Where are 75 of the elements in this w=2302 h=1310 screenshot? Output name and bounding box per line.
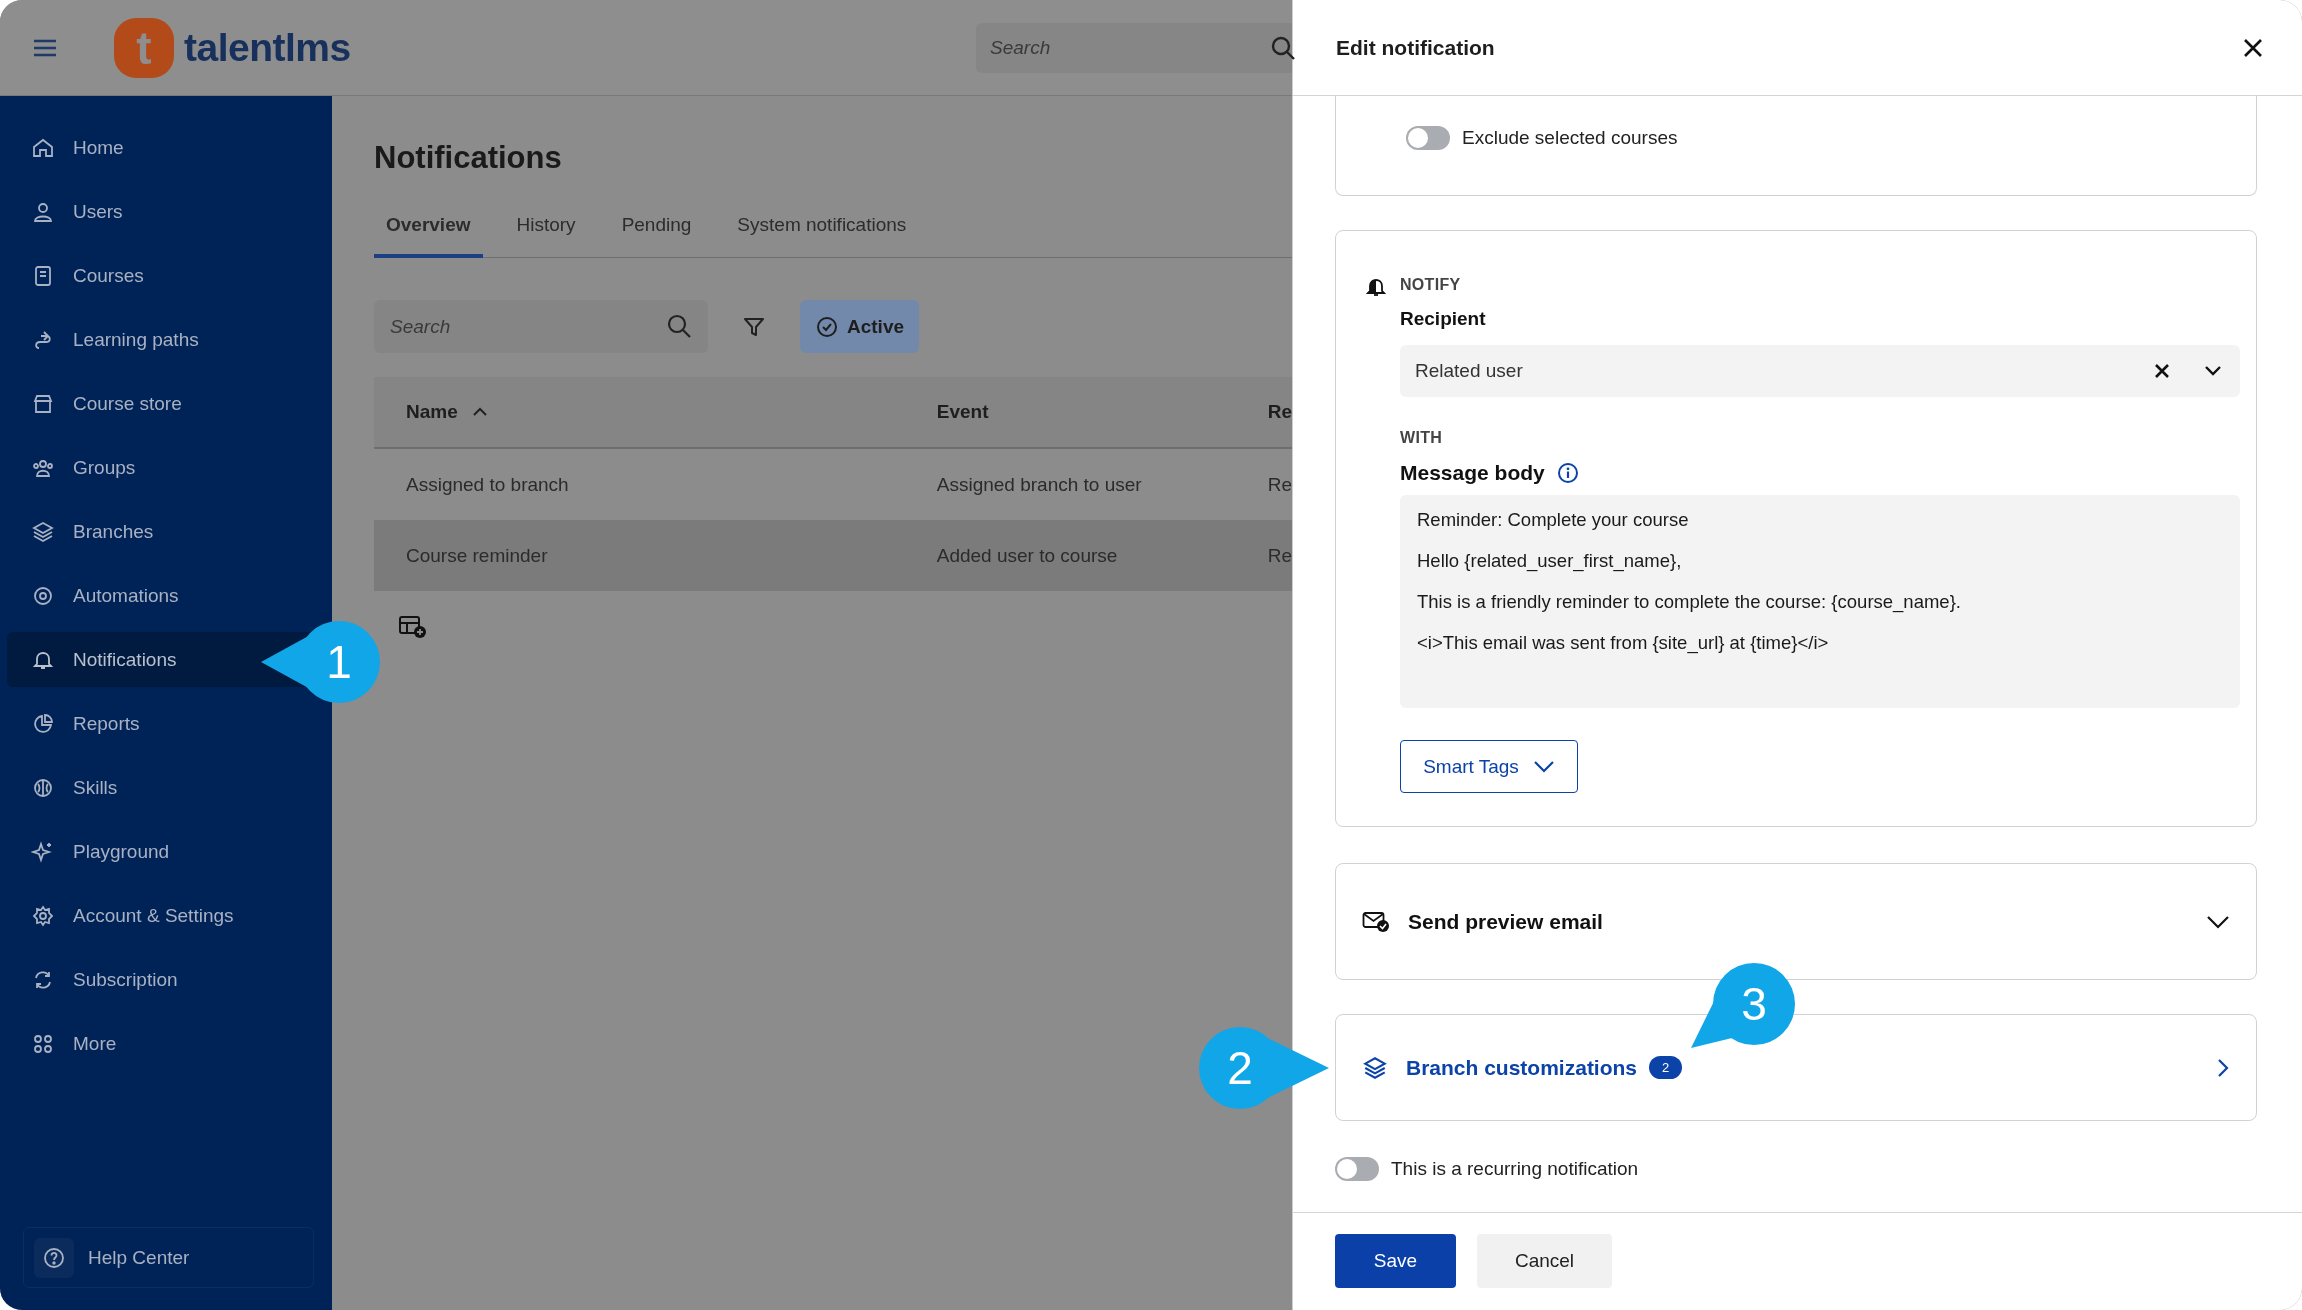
table-row[interactable]: Assigned to branch Assigned branch to user Re bbox=[374, 449, 1292, 520]
field-label: Message body bbox=[1400, 461, 1545, 485]
count-badge: 2 bbox=[1649, 1056, 1683, 1079]
sidebar-item[interactable]: Skills bbox=[7, 760, 325, 815]
table-cell: Course reminder bbox=[406, 544, 548, 566]
callout-tooltip: 3 bbox=[1691, 963, 1797, 1049]
toggle-label: Exclude selected courses bbox=[1462, 127, 1678, 149]
chevron-right-icon[interactable] bbox=[2216, 1056, 2230, 1079]
envelope-check-icon bbox=[1362, 910, 1390, 933]
active-filter-button[interactable]: Active bbox=[800, 300, 919, 353]
tab[interactable]: Pending bbox=[609, 214, 704, 258]
logo-mark: t bbox=[114, 17, 174, 78]
save-button[interactable]: Save bbox=[1335, 1233, 1456, 1288]
tab[interactable]: System notifications bbox=[725, 214, 919, 258]
column-header: Event bbox=[936, 401, 989, 423]
toggle-switch[interactable] bbox=[1406, 126, 1450, 150]
column-header: Re bbox=[1267, 401, 1292, 423]
column-header: Name bbox=[406, 401, 458, 423]
layers-icon bbox=[1362, 1054, 1388, 1081]
help-center-link[interactable]: Help Center bbox=[23, 1227, 314, 1288]
search-icon bbox=[1270, 34, 1296, 61]
tab[interactable]: History bbox=[504, 214, 588, 258]
search-icon bbox=[666, 313, 692, 339]
sidebar-item[interactable]: Groups bbox=[7, 440, 325, 495]
panel-title: Branch customizations bbox=[1406, 1055, 1638, 1080]
table-cell: Assigned to branch bbox=[406, 473, 569, 495]
sidebar-item[interactable]: Automations bbox=[7, 568, 325, 623]
field-label: Recipient bbox=[1400, 308, 1486, 330]
recipient-select[interactable]: Related user bbox=[1400, 345, 2240, 397]
layers-icon bbox=[31, 519, 55, 544]
sidebar-item[interactable]: Account & Settings bbox=[7, 888, 325, 943]
help-icon bbox=[34, 1237, 74, 1278]
sidebar-item[interactable]: Home bbox=[7, 120, 325, 175]
close-icon bbox=[2242, 36, 2264, 59]
sidebar-item[interactable]: Course store bbox=[7, 376, 325, 431]
search-field[interactable]: Search bbox=[976, 22, 1292, 73]
table-cell: Re bbox=[1267, 473, 1292, 495]
sidebar-item[interactable]: More bbox=[7, 1016, 325, 1071]
tab[interactable]: Overview bbox=[374, 214, 483, 258]
pie-chart-icon bbox=[31, 711, 55, 736]
toggle-label: This is a recurring notification bbox=[1391, 1158, 1639, 1180]
table-cell: Assigned branch to user bbox=[936, 473, 1142, 495]
sidebar-item[interactable]: Users bbox=[7, 184, 325, 239]
page-title: Notifications bbox=[374, 140, 563, 176]
sort-caret-icon[interactable] bbox=[471, 407, 488, 417]
callout-tooltip: 2 bbox=[1199, 1026, 1331, 1110]
panel-title: Send preview email bbox=[1408, 909, 1603, 934]
sidebar-item[interactable]: Subscription bbox=[7, 952, 325, 1007]
sidebar-item[interactable]: Playground bbox=[7, 824, 325, 879]
section-label: WITH bbox=[1400, 429, 1443, 447]
info-icon[interactable] bbox=[1556, 462, 1579, 484]
toggle-switch[interactable] bbox=[1335, 1157, 1379, 1181]
message-body-field[interactable]: Reminder: Complete your course Hello {related_user_first_name}, This is a friendly reminder to complete the course: {course_name}. <i>This email was sent from {site_url} at {time}</i> bbox=[1400, 495, 2240, 708]
chevron-down-icon bbox=[1532, 759, 1555, 774]
table-plus-icon[interactable] bbox=[399, 615, 427, 639]
menu-icon bbox=[32, 37, 58, 58]
logo-text: talentlms bbox=[184, 25, 351, 70]
cancel-button[interactable]: Cancel bbox=[1477, 1233, 1612, 1288]
search-field[interactable]: Search bbox=[374, 300, 708, 353]
chevron-down-icon[interactable] bbox=[2206, 914, 2230, 929]
bell-icon bbox=[1364, 276, 1388, 298]
table-cell: Added user to course bbox=[936, 544, 1118, 566]
smart-tags-button[interactable]: Smart Tags bbox=[1400, 740, 1578, 793]
collapsible-panel[interactable]: Send preview email bbox=[1335, 863, 2257, 980]
settings-icon bbox=[31, 903, 55, 928]
table-cell: Re bbox=[1267, 544, 1292, 566]
clear-icon[interactable] bbox=[2154, 363, 2170, 379]
chevron-down-icon[interactable] bbox=[2204, 365, 2222, 377]
sidebar-item[interactable]: Learning paths bbox=[7, 312, 325, 367]
sidebar-item[interactable]: Courses bbox=[7, 248, 325, 303]
drawer-title: Edit notification bbox=[1336, 35, 1495, 60]
check-circle-icon bbox=[815, 314, 839, 339]
section-label: NOTIFY bbox=[1400, 276, 1461, 294]
callout-tooltip: 1 bbox=[261, 620, 381, 704]
sidebar-item[interactable]: Branches bbox=[7, 504, 325, 559]
